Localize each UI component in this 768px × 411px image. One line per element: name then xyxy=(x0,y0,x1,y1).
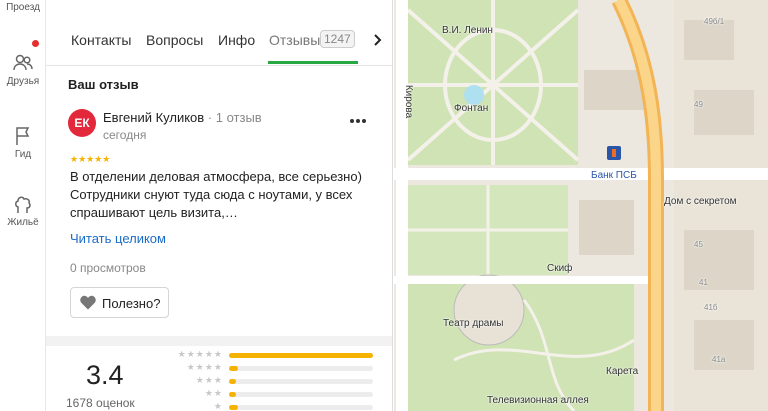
rating-bar-fill xyxy=(229,405,238,410)
rating-row-5: ★★★★★ xyxy=(161,349,381,362)
left-rail: Проезд Друзья Гид Жильё xyxy=(0,0,46,411)
map-label-house[interactable]: Дом с секретом xyxy=(664,196,737,207)
tab-questions[interactable]: Вопросы xyxy=(146,32,203,48)
map-label-tv-alley[interactable]: Телевизионная аллея xyxy=(487,395,589,406)
chevron-right-icon xyxy=(374,34,382,46)
rating-bar-track xyxy=(229,379,373,384)
flag-icon xyxy=(16,127,30,145)
overall-rating: 3.4 xyxy=(86,360,124,390)
review-star-rating: ★★★★★ xyxy=(70,154,111,164)
rail-label-route: Проезд xyxy=(6,2,40,13)
notification-dot xyxy=(32,40,39,47)
rail-item-friends[interactable]: Друзья xyxy=(0,52,46,87)
rating-bar-track xyxy=(229,366,373,371)
review-author[interactable]: Евгений Куликов · 1 отзыв xyxy=(103,110,262,125)
organization-panel: Контакты Вопросы Инфо Отзывы 1247 Ваш от… xyxy=(46,0,393,411)
rating-row-1: ★ xyxy=(161,401,381,411)
author-name[interactable]: Евгений Куликов xyxy=(103,110,204,125)
map-label-41: 41 xyxy=(699,278,708,287)
map-label-lenin[interactable]: В.И. Ленин xyxy=(442,25,493,36)
map-label-41a: 41а xyxy=(712,355,726,364)
rating-row-2: ★★ xyxy=(161,388,381,401)
review-text: В отделении деловая атмосфера, все серье… xyxy=(70,169,362,220)
map-label-41b: 41б xyxy=(704,303,718,312)
rating-bar-fill xyxy=(229,392,237,397)
map-label-49: 49 xyxy=(694,100,703,109)
map-label-skif[interactable]: Скиф xyxy=(547,263,572,274)
review-more-button[interactable] xyxy=(349,108,367,129)
map-label-kirova: Кирова xyxy=(403,84,415,119)
tabs-next-button[interactable] xyxy=(368,30,388,50)
map-label-45: 45 xyxy=(694,240,703,249)
rating-row-3: ★★★ xyxy=(161,375,381,388)
rail-label-friends: Друзья xyxy=(6,76,40,87)
read-more-link[interactable]: Читать целиком xyxy=(70,231,166,246)
reviews-count-badge: 1247 xyxy=(320,30,355,48)
friends-icon xyxy=(13,54,33,71)
rail-label-housing: Жильё xyxy=(7,217,39,228)
your-review-title: Ваш отзыв xyxy=(68,77,139,92)
rating-bar-track xyxy=(229,405,373,410)
rating-bar-fill xyxy=(229,366,238,371)
rating-bar-fill xyxy=(229,353,373,358)
housing-icon xyxy=(15,196,31,213)
heart-icon xyxy=(80,295,96,310)
rail-item-route[interactable]: Проезд xyxy=(0,2,46,13)
section-divider xyxy=(46,336,392,346)
map-label-fountain[interactable]: Фонтан xyxy=(454,103,488,114)
rating-bar-fill xyxy=(229,379,237,384)
more-dots-icon xyxy=(350,119,366,123)
map-label-kareta[interactable]: Карета xyxy=(606,366,638,377)
author-review-count: · 1 отзыв xyxy=(204,110,262,125)
rating-row-stars: ★★ xyxy=(204,388,223,398)
views-count: 0 просмотров xyxy=(70,261,146,275)
rating-row-stars: ★★★★ xyxy=(186,362,223,372)
rail-item-guide[interactable]: Гид xyxy=(0,125,46,160)
map-label-49b1: 49б/1 xyxy=(704,17,725,26)
map-label-theatre[interactable]: Театр драмы xyxy=(443,318,503,329)
rail-label-guide: Гид xyxy=(14,149,32,160)
rating-row-4: ★★★★ xyxy=(161,362,381,375)
active-tab-indicator xyxy=(268,61,358,64)
rating-row-stars: ★★★ xyxy=(195,375,223,385)
map-label-bank[interactable]: Банк ПСБ xyxy=(591,170,637,181)
map-view[interactable]: В.И. Ленин Фонтан Кирова Банк ПСБ Дом с … xyxy=(394,0,768,411)
rating-bar-track xyxy=(229,353,373,358)
tabs-bar: Контакты Вопросы Инфо Отзывы 1247 xyxy=(46,0,392,66)
rating-row-stars: ★ xyxy=(213,401,223,411)
avatar[interactable]: ЕК xyxy=(68,109,96,137)
review-date: сегодня xyxy=(103,128,147,142)
rating-bar-track xyxy=(229,392,373,397)
useful-label: Полезно? xyxy=(102,296,161,311)
tab-contacts[interactable]: Контакты xyxy=(71,32,131,48)
tab-reviews[interactable]: Отзывы xyxy=(269,32,320,48)
tab-info[interactable]: Инфо xyxy=(218,32,255,48)
rating-row-stars: ★★★★★ xyxy=(177,349,223,359)
ratings-count: 1678 оценок xyxy=(66,396,135,410)
useful-button[interactable]: Полезно? xyxy=(70,287,169,318)
rail-item-housing[interactable]: Жильё xyxy=(0,193,46,228)
